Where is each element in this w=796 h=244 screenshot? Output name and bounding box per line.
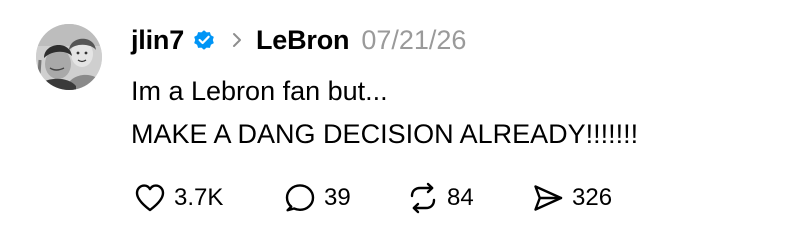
share-icon	[534, 185, 563, 211]
repost-button[interactable]: 84	[406, 178, 531, 218]
post-text-line: Im a Lebron fan but...	[131, 76, 388, 106]
post-actions: 3.7K 39 84 326	[133, 178, 612, 218]
post-text-line: MAKE A DANG DECISION ALREADY!!!!!!!	[131, 119, 639, 149]
repost-icon	[410, 182, 436, 214]
share-button[interactable]: 326	[531, 178, 612, 218]
like-count: 3.7K	[174, 184, 224, 211]
share-count: 326	[572, 184, 613, 211]
heart-icon	[135, 184, 165, 212]
reply-icon	[285, 184, 315, 212]
username[interactable]: jlin7	[131, 25, 184, 56]
avatar-image	[36, 24, 102, 90]
post-header: jlin7 LeBron 07/21/26	[131, 24, 466, 56]
post-timestamp[interactable]: 07/21/26	[361, 25, 466, 56]
reply-button[interactable]: 39	[283, 178, 406, 218]
repost-count: 84	[447, 184, 474, 211]
community-link[interactable]: LeBron	[256, 25, 350, 56]
verified-badge-icon	[192, 28, 216, 52]
avatar[interactable]	[36, 24, 102, 90]
chevron-right-icon	[230, 31, 244, 49]
post-text: Im a Lebron fan but... MAKE A DANG DECIS…	[131, 70, 638, 156]
post-card: jlin7 LeBron 07/21/26 Im a Lebron fan bu…	[0, 0, 796, 244]
reply-count: 39	[324, 184, 351, 211]
like-button[interactable]: 3.7K	[133, 178, 283, 218]
